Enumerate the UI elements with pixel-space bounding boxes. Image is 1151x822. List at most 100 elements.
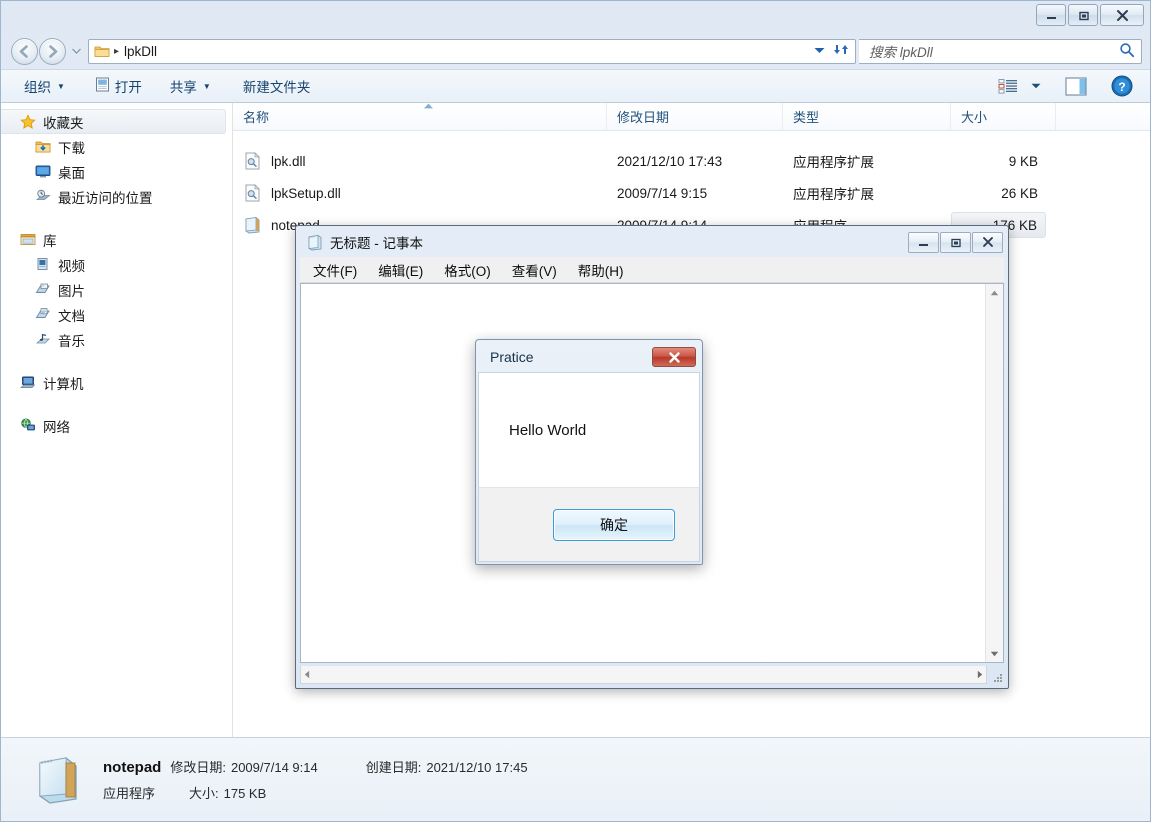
details-created-value: 2021/12/10 17:45: [426, 760, 528, 775]
sidebar-item-network[interactable]: 网络: [1, 413, 232, 438]
refresh-button[interactable]: [829, 42, 853, 60]
new-folder-button[interactable]: 新建文件夹: [234, 72, 320, 100]
sidebar-label-music: 音乐: [58, 333, 85, 349]
sidebar-item-music[interactable]: 音乐: [1, 327, 232, 352]
close-icon: [1116, 9, 1128, 21]
column-header-name[interactable]: 名称: [233, 103, 607, 130]
details-info: notepad 修改日期: 2009/7/14 9:14 创建日期: 2021/…: [103, 757, 528, 802]
details-file-name: notepad: [103, 759, 162, 776]
view-dropdown-button[interactable]: [1026, 73, 1046, 99]
message-box-titlebar[interactable]: Pratice: [478, 342, 700, 372]
sidebar-item-desktop[interactable]: 桌面: [1, 159, 232, 184]
column-header-date-label: 修改日期: [617, 110, 670, 125]
videos-icon: [34, 256, 51, 273]
pictures-icon: [34, 281, 51, 298]
ok-button[interactable]: 确定: [553, 508, 675, 541]
close-icon: [982, 237, 993, 247]
open-file-icon: [95, 77, 110, 95]
menu-help[interactable]: 帮助(H): [574, 258, 628, 282]
message-box-close-button[interactable]: [652, 347, 696, 367]
explorer-titlebar: [1, 1, 1150, 33]
details-line-2: 应用程序 大小: 175 KB: [103, 783, 528, 802]
message-box-dialog: Pratice Hello World 确定: [475, 339, 703, 565]
file-name-cell: lpkSetup.dll: [233, 177, 607, 209]
resize-grip-icon[interactable]: [987, 666, 1004, 684]
notepad-minimize-button[interactable]: [908, 231, 939, 253]
table-row[interactable]: lpk.dll 2021/12/10 17:43 应用程序扩展 9 KB: [233, 145, 1150, 177]
chevron-down-icon: [1031, 83, 1041, 89]
message-box-title: Pratice: [490, 349, 534, 365]
scroll-right-arrow-icon[interactable]: [977, 667, 986, 682]
explorer-toolbar: 组织 ▼ 打开 共享 ▼ 新建文件夹 ?: [1, 69, 1150, 103]
file-size-cell: 26 KB: [1001, 185, 1038, 201]
sidebar-item-libraries[interactable]: 库: [1, 227, 232, 252]
notepad-close-button[interactable]: [972, 231, 1003, 253]
sidebar-item-computer[interactable]: 计算机: [1, 370, 232, 395]
column-headers: 名称 修改日期 类型 大小: [233, 103, 1150, 131]
column-header-name-label: 名称: [243, 110, 270, 125]
scroll-down-arrow-icon[interactable]: [986, 645, 1003, 662]
sidebar-item-videos[interactable]: 视频: [1, 252, 232, 277]
maximize-icon: [1078, 11, 1089, 20]
chevron-down-icon: [71, 48, 81, 54]
scroll-left-arrow-icon[interactable]: [301, 667, 310, 682]
table-row[interactable]: lpkSetup.dll 2009/7/14 9:15 应用程序扩展 26 KB: [233, 177, 1150, 209]
search-box[interactable]: 搜索 lpkDll: [859, 38, 1142, 64]
history-dropdown-button[interactable]: [69, 48, 83, 54]
search-input[interactable]: 搜索 lpkDll: [869, 41, 1119, 61]
address-dropdown-button[interactable]: [809, 46, 829, 56]
desktop-icon: [34, 163, 51, 180]
menu-view[interactable]: 查看(V): [508, 258, 561, 282]
breadcrumb-separator: ▸: [114, 45, 120, 57]
scroll-up-arrow-icon[interactable]: [986, 284, 1003, 301]
address-bar[interactable]: ▸ lpkDll: [88, 38, 856, 64]
column-header-spacer: [1056, 103, 1150, 130]
back-button[interactable]: [11, 37, 38, 65]
menu-format[interactable]: 格式(O): [440, 258, 495, 282]
change-view-button[interactable]: [992, 73, 1024, 99]
sidebar-item-documents[interactable]: 文档: [1, 302, 232, 327]
sort-ascending-indicator: [423, 103, 434, 109]
breadcrumb-lpkdll[interactable]: lpkDll: [124, 44, 157, 59]
notepad-bottom-bar: [300, 666, 1004, 684]
help-button[interactable]: ?: [1106, 73, 1138, 99]
forward-button[interactable]: [39, 37, 66, 65]
notepad-vertical-scrollbar[interactable]: [985, 284, 1003, 662]
details-modified-value: 2009/7/14 9:14: [230, 760, 318, 775]
notepad-titlebar[interactable]: 无标题 - 记事本: [297, 227, 1007, 257]
sidebar-item-recent-places[interactable]: 最近访问的位置: [1, 184, 232, 209]
sidebar-item-downloads[interactable]: 下载: [1, 134, 232, 159]
explorer-maximize-button[interactable]: [1068, 4, 1098, 26]
file-date-cell: 2009/7/14 9:15: [617, 185, 708, 201]
column-header-date[interactable]: 修改日期: [607, 103, 783, 130]
menu-file[interactable]: 文件(F): [309, 258, 361, 282]
column-header-size[interactable]: 大小: [951, 103, 1056, 130]
menu-edit[interactable]: 编辑(E): [374, 258, 427, 282]
share-button[interactable]: 共享 ▼: [161, 72, 220, 100]
explorer-close-button[interactable]: [1100, 4, 1144, 26]
sidebar-item-pictures[interactable]: 图片: [1, 277, 232, 302]
arrow-right-icon: [49, 44, 58, 58]
file-name-text: lpkSetup.dll: [271, 185, 341, 201]
message-box-footer: 确定: [478, 487, 700, 562]
navigation-pane: 收藏夹 下载 桌面 最近访问的位置 库 视频 图片 文档 音乐 计算机 网络: [1, 103, 233, 737]
message-box-body: Hello World: [478, 372, 700, 487]
explorer-minimize-button[interactable]: [1036, 4, 1066, 26]
open-button[interactable]: 打开: [86, 72, 151, 100]
column-header-type[interactable]: 类型: [783, 103, 951, 130]
downloads-folder-icon: [34, 138, 51, 155]
column-header-type-label: 类型: [793, 110, 820, 125]
organize-button[interactable]: 组织 ▼: [15, 72, 74, 100]
details-created-label: 创建日期:: [365, 760, 422, 775]
sidebar-label-libraries: 库: [43, 233, 57, 249]
file-type-cell: 应用程序扩展: [793, 187, 874, 202]
view-layout-icon: [998, 78, 1017, 94]
notepad-horizontal-scrollbar[interactable]: [300, 666, 987, 684]
nav-group-favorites: 收藏夹 下载 桌面 最近访问的位置: [1, 109, 232, 209]
sidebar-item-favorites[interactable]: 收藏夹: [1, 109, 226, 134]
details-modified-label: 修改日期:: [170, 760, 226, 775]
sidebar-label-recent-places: 最近访问的位置: [58, 190, 153, 206]
sidebar-label-desktop: 桌面: [58, 165, 85, 181]
preview-pane-button[interactable]: [1060, 73, 1092, 99]
notepad-maximize-button[interactable]: [940, 231, 971, 253]
